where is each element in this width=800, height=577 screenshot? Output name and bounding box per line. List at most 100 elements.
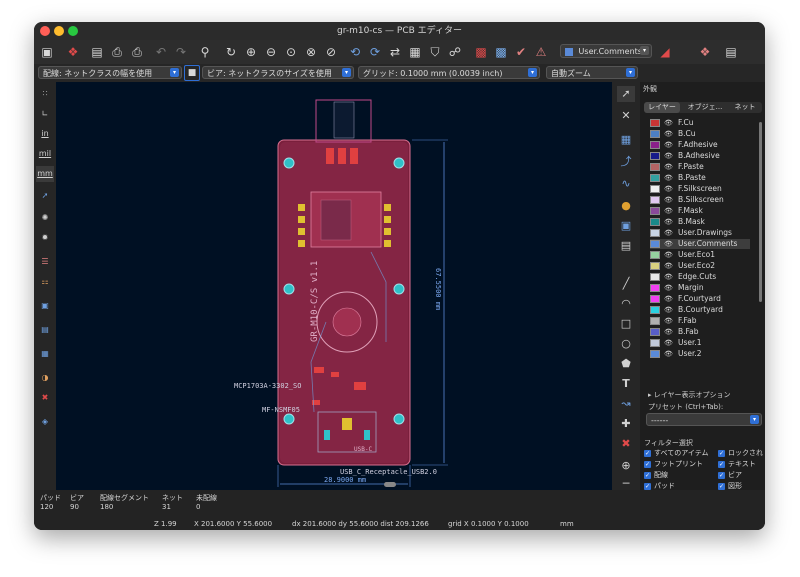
layer-row[interactable]: 👁 B.Adhesive (650, 151, 750, 161)
layer-row[interactable]: 👁 User.Eco1 (650, 250, 750, 260)
eye-icon[interactable]: 👁 (664, 294, 673, 304)
layer-row[interactable]: 👁 F.Fab (650, 316, 750, 326)
eye-icon[interactable]: 👁 (664, 283, 673, 293)
eye-icon[interactable]: 👁 (664, 305, 673, 315)
track-width-select[interactable]: 配線: ネットクラスの幅を使用 ▾ (38, 66, 182, 79)
filter-checkbox[interactable]: ✓ ロックされ (718, 449, 763, 458)
console-icon[interactable]: ▤ (722, 43, 740, 61)
eye-icon[interactable]: 👁 (664, 151, 673, 161)
draw-line-icon[interactable]: ╱ (617, 276, 635, 292)
layer-color-swatch[interactable] (650, 119, 660, 127)
lock-icon[interactable]: ⛉ (426, 43, 444, 61)
layer-list-scrollbar[interactable] (759, 122, 762, 302)
page-settings-icon[interactable]: ▤ (88, 43, 106, 61)
net-colors-icon[interactable]: ▦ (36, 346, 54, 362)
zoom-in-icon[interactable]: ⊕ (242, 43, 260, 61)
layer-color-swatch[interactable] (650, 262, 660, 270)
grid-dots-icon[interactable]: ∷ (36, 86, 54, 102)
eye-icon[interactable]: 👁 (664, 140, 673, 150)
layer-color-swatch[interactable] (650, 218, 660, 226)
eye-icon[interactable]: 👁 (664, 162, 673, 172)
layer-color-swatch[interactable] (650, 317, 660, 325)
layers-manager-icon[interactable]: ◈ (36, 414, 54, 430)
mirror-icon[interactable]: ⇄ (386, 43, 404, 61)
pad-outline-icon[interactable]: ⚏ (36, 274, 54, 290)
draw-arc-icon[interactable]: ◠ (617, 296, 635, 312)
curved-ratsnest-icon[interactable]: ✹ (36, 230, 54, 246)
filter-checkbox[interactable]: ✓ テキスト (718, 460, 756, 469)
layer-row[interactable]: 👁 B.Cu (650, 129, 750, 139)
layer-options-toggle[interactable]: ▸ レイヤー表示オプション (648, 390, 731, 400)
layer-row[interactable]: 👁 Margin (650, 283, 750, 293)
eye-icon[interactable]: 👁 (664, 261, 673, 271)
layer-row[interactable]: 👁 User.Drawings (650, 228, 750, 238)
print-icon[interactable]: ⎙ (108, 43, 126, 61)
layer-color-swatch[interactable] (650, 141, 660, 149)
horizontal-scroll-handle[interactable] (384, 482, 396, 487)
eye-icon[interactable]: 👁 (664, 206, 673, 216)
eye-icon[interactable]: 👁 (664, 272, 673, 282)
find-icon[interactable]: ⚲ (196, 43, 214, 61)
zoom-fit-icon[interactable]: ⊙ (282, 43, 300, 61)
route-track-icon[interactable]: ⤴ (617, 154, 635, 170)
board-setup-icon[interactable]: ❖ (64, 43, 82, 61)
layer-color-swatch[interactable] (650, 152, 660, 160)
layer-color-swatch[interactable] (650, 185, 660, 193)
layer-pair-icon[interactable]: ◢ (656, 43, 674, 61)
select-icon[interactable]: ➚ (617, 86, 635, 102)
layer-color-swatch[interactable] (650, 229, 660, 237)
filter-checkbox[interactable]: ✓ フットプリント (644, 460, 703, 469)
layer-row[interactable]: 👁 F.Courtyard (650, 294, 750, 304)
layer-row[interactable]: 👁 F.Silkscreen (650, 184, 750, 194)
cursor-icon[interactable]: ➚ (36, 188, 54, 204)
units-inch-button[interactable]: in (36, 126, 54, 142)
close-button[interactable] (40, 26, 50, 36)
layer-row[interactable]: 👁 B.Mask (650, 217, 750, 227)
zoom-selection-icon[interactable]: ⊘ (322, 43, 340, 61)
layer-row[interactable]: 👁 User.2 (650, 349, 750, 359)
layer-row[interactable]: 👁 User.Comments (650, 239, 750, 249)
eye-icon[interactable]: 👁 (664, 118, 673, 128)
layer-row[interactable]: 👁 B.Courtyard (650, 305, 750, 315)
zoom-objects-icon[interactable]: ⊗ (302, 43, 320, 61)
layer-row[interactable]: 👁 B.Paste (650, 173, 750, 183)
filter-checkbox[interactable]: ✓ すべてのアイテム (644, 449, 709, 458)
rotate-cw-icon[interactable]: ⟳ (366, 43, 384, 61)
drc-icon[interactable]: ✔ (512, 43, 530, 61)
plot-icon[interactable]: ⎙ (128, 43, 146, 61)
group-icon[interactable]: ▦ (406, 43, 424, 61)
layer-color-swatch[interactable] (650, 207, 660, 215)
layer-row[interactable]: 👁 Edge.Cuts (650, 272, 750, 282)
pcb-canvas[interactable]: 67.5500 mm 28.9000 mm MCP1703A-3302_SO M… (56, 82, 612, 490)
layer-color-swatch[interactable] (650, 251, 660, 259)
eye-icon[interactable]: 👁 (664, 349, 673, 359)
units-mm-button[interactable]: mm (36, 166, 54, 182)
rule-area-icon[interactable]: ▤ (617, 238, 635, 254)
layer-row[interactable]: 👁 User.Eco2 (650, 261, 750, 271)
eye-icon[interactable]: 👁 (664, 184, 673, 194)
layer-color-swatch[interactable] (650, 306, 660, 314)
netlist-icon[interactable]: ▩ (472, 43, 490, 61)
preset-select[interactable]: ------ ▾ (646, 413, 762, 426)
layer-color-swatch[interactable] (650, 163, 660, 171)
tune-length-icon[interactable]: ∿ (617, 176, 635, 192)
layer-row[interactable]: 👁 B.Silkscreen (650, 195, 750, 205)
add-zone-icon[interactable]: ▣ (617, 218, 635, 234)
add-via-icon[interactable]: ● (617, 198, 635, 214)
eye-icon[interactable]: 👁 (664, 173, 673, 183)
draw-polygon-icon[interactable]: ⬟ (617, 356, 635, 372)
layer-row[interactable]: 👁 F.Mask (650, 206, 750, 216)
eye-icon[interactable]: 👁 (664, 338, 673, 348)
layer-row[interactable]: 👁 F.Paste (650, 162, 750, 172)
layer-row[interactable]: 👁 B.Fab (650, 327, 750, 337)
units-mil-button[interactable]: mil (36, 146, 54, 162)
polar-coords-icon[interactable]: ∟ (36, 106, 54, 122)
via-size-select[interactable]: ビア: ネットクラスのサイズを使用 ▾ (202, 66, 354, 79)
layer-color-swatch[interactable] (650, 130, 660, 138)
refresh-icon[interactable]: ↻ (222, 43, 240, 61)
add-footprint-icon[interactable]: ▦ (617, 132, 635, 148)
layer-color-swatch[interactable] (650, 240, 660, 248)
layer-row[interactable]: 👁 F.Adhesive (650, 140, 750, 150)
draw-circle-icon[interactable]: ○ (617, 336, 635, 352)
high-contrast-icon[interactable]: ✖ (36, 390, 54, 406)
